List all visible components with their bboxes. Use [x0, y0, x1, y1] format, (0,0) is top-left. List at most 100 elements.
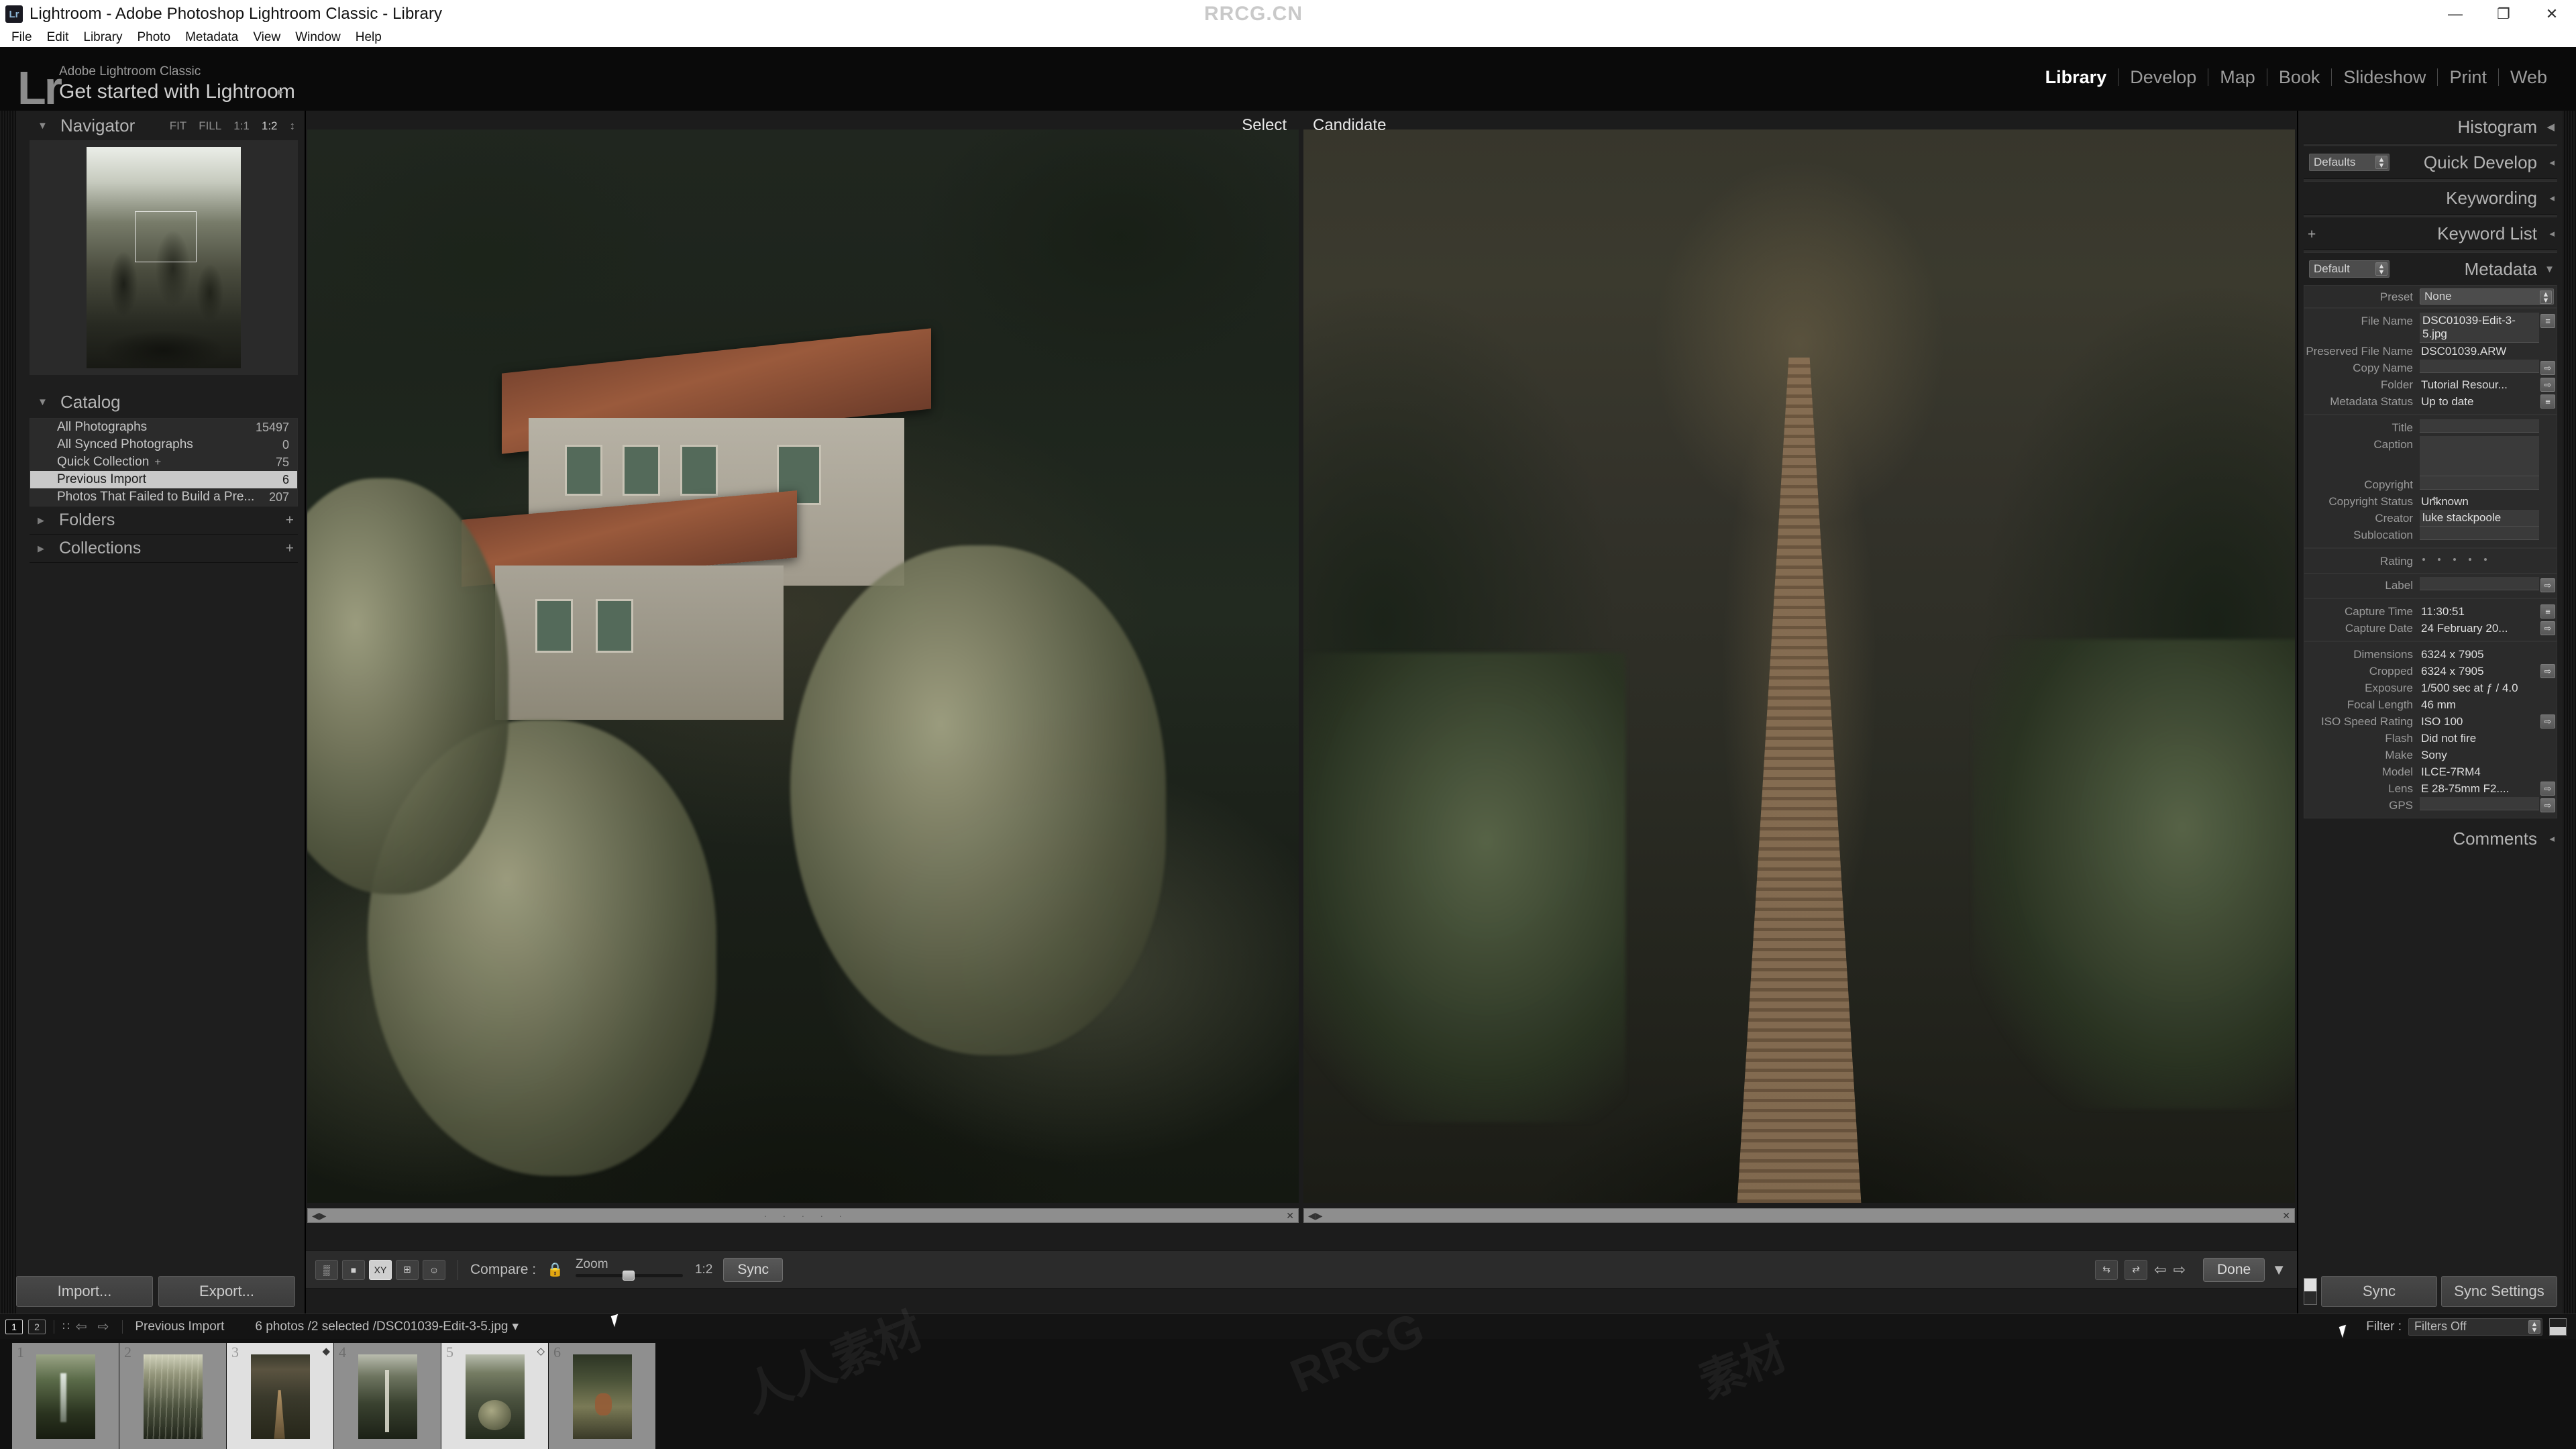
rating-star-5[interactable] [2484, 558, 2487, 561]
make-select-icon[interactable]: ⇄ [2125, 1259, 2148, 1280]
metadata-row-metadata-status[interactable]: Metadata Status Up to date ≡ [2304, 393, 2557, 410]
module-book[interactable]: Book [2267, 67, 2332, 88]
metadata-row-caption[interactable]: Caption [2304, 436, 2557, 476]
candidate-pane-close-icon[interactable]: ✕ [2282, 1210, 2290, 1222]
filter-select[interactable]: Filters Off ▲ ▼ [2408, 1318, 2542, 1336]
creator-value[interactable]: luke stackpoole [2420, 510, 2539, 527]
copy-name-value[interactable] [2420, 360, 2539, 373]
select-pane-close-icon[interactable]: ✕ [1286, 1210, 1294, 1222]
module-develop[interactable]: Develop [2118, 67, 2208, 88]
metadata-row-creator[interactable]: Creator luke stackpoole [2304, 510, 2557, 527]
pane-left-arrow-icon[interactable]: ◀▶ [312, 1210, 327, 1222]
metadata-row-label[interactable]: Label ⇨ [2304, 577, 2557, 594]
rating-star-3[interactable] [2453, 558, 2456, 561]
metadata-row-iso[interactable]: ISO Speed Rating ISO 100 ⇨ [2304, 713, 2557, 730]
metadata-row-preserved-file-name[interactable]: Preserved File Name DSC01039.ARW [2304, 343, 2557, 360]
filmstrip-thumb-3[interactable]: 3 ◆ [227, 1343, 334, 1449]
module-print[interactable]: Print [2438, 67, 2498, 88]
label-goto-icon[interactable]: ⇨ [2540, 578, 2555, 592]
comments-header[interactable]: Comments ◂ [2304, 822, 2557, 855]
filmstrip-thumb-4[interactable]: 4 [334, 1343, 441, 1449]
sync-settings-button[interactable]: Sync Settings [2441, 1276, 2557, 1307]
export-button[interactable]: Export... [158, 1276, 295, 1307]
collections-collapse-icon[interactable]: ▶ [38, 543, 44, 554]
metadata-row-copy-name[interactable]: Copy Name ⇨ [2304, 360, 2557, 376]
candidate-pane[interactable]: Candidate [1303, 111, 2295, 1224]
filmstrip-filename-caret-icon[interactable]: ▾ [512, 1319, 519, 1334]
metadata-row-rating[interactable]: Rating [2304, 553, 2557, 570]
copyright-value[interactable] [2420, 476, 2539, 490]
metadata-row-copyright[interactable]: Copyright [2304, 476, 2557, 493]
navigator-roi-rect[interactable] [135, 211, 197, 262]
title-value[interactable] [2420, 419, 2539, 433]
filmstrip-thumb-5[interactable]: 5 ◇ [441, 1343, 549, 1449]
menu-file[interactable]: File [4, 30, 40, 45]
select-photo-frame[interactable] [307, 129, 1299, 1203]
menu-library[interactable]: Library [76, 30, 129, 45]
sync-toolbar-button[interactable]: Sync [723, 1257, 784, 1282]
zoom-stepper-icon[interactable]: ↕ [290, 119, 296, 133]
metadata-row-capture-time[interactable]: Capture Time 11:30:51 ≡ [2304, 603, 2557, 620]
lock-icon[interactable]: 🔒 [547, 1261, 564, 1278]
histogram-collapse-icon[interactable]: ◀ [2546, 121, 2555, 133]
candidate-pane-scrollbar[interactable]: ◀▶ ✕ [1303, 1208, 2295, 1223]
metadata-row-preset[interactable]: Preset None ▲ ▼ [2304, 286, 2557, 307]
capture-time-menu-icon[interactable]: ≡ [2540, 604, 2555, 619]
gps-value[interactable] [2420, 797, 2539, 810]
collections-add-icon[interactable]: + [286, 541, 294, 557]
folders-collapse-icon[interactable]: ▶ [38, 515, 44, 526]
zoom-1-2[interactable]: 1:2 [262, 119, 278, 133]
menu-edit[interactable]: Edit [40, 30, 76, 45]
metadata-row-cropped[interactable]: Cropped 6324 x 7905 ⇨ [2304, 663, 2557, 680]
rating-star-4[interactable] [2469, 558, 2471, 561]
compare-view-icon[interactable]: XY [369, 1259, 392, 1280]
metadata-row-copyright-status[interactable]: Copyright Status Unknown ⇅ [2304, 493, 2557, 510]
zoom-fill[interactable]: FILL [199, 119, 221, 133]
menu-metadata[interactable]: Metadata [178, 30, 246, 45]
identity-caret-icon[interactable]: ▸ [278, 85, 284, 99]
file-name-value[interactable]: DSC01039-Edit-3-5.jpg [2420, 313, 2539, 343]
rating-stars[interactable] [2420, 553, 2487, 561]
folders-header[interactable]: ▶ Folders + [30, 506, 298, 535]
select-pane[interactable]: Select [307, 111, 1299, 1224]
collections-header[interactable]: ▶ Collections + [30, 535, 298, 563]
loupe-view-icon[interactable]: ■ [342, 1259, 365, 1280]
maximize-button[interactable]: ❐ [2479, 0, 2528, 28]
catalog-item-quick-collection[interactable]: Quick Collection + 75 [30, 453, 297, 471]
navigator-collapse-icon[interactable]: ▼ [38, 120, 48, 131]
catalog-item-all-photographs[interactable]: All Photographs 15497 [30, 419, 297, 436]
catalog-header[interactable]: ▼ Catalog [30, 387, 298, 417]
label-value[interactable] [2420, 577, 2539, 590]
folder-goto-icon[interactable]: ⇨ [2540, 378, 2555, 392]
rating-star-1[interactable] [2422, 558, 2425, 561]
candidate-photo-frame[interactable] [1303, 129, 2295, 1203]
copyright-status-value[interactable]: Unknown [2420, 493, 2557, 508]
primary-display-button[interactable]: 1 [5, 1319, 23, 1334]
sublocation-value[interactable] [2420, 527, 2539, 540]
flag-unpick-icon[interactable]: ◇ [537, 1345, 545, 1357]
catalog-item-all-synced-photographs[interactable]: All Synced Photographs 0 [30, 436, 297, 453]
metadata-row-sublocation[interactable]: Sublocation [2304, 527, 2557, 543]
flag-pick-icon[interactable]: ◆ [322, 1345, 330, 1357]
metadata-row-lens[interactable]: Lens E 28-75mm F2.... ⇨ [2304, 780, 2557, 797]
grid-view-icon[interactable]: ▒ [315, 1259, 338, 1280]
menu-window[interactable]: Window [288, 30, 348, 45]
auto-sync-toggle-icon[interactable] [2304, 1278, 2317, 1305]
filmstrip-thumb-6[interactable]: 6 [549, 1343, 656, 1449]
quick-collection-plus-icon[interactable]: + [154, 455, 161, 468]
grid-view-toggle-icon[interactable]: ∷ [62, 1320, 70, 1334]
folders-add-icon[interactable]: + [286, 513, 294, 529]
metadata-row-title[interactable]: Title [2304, 419, 2557, 436]
toolbar-dropdown-caret-icon[interactable]: ▼ [2271, 1261, 2286, 1279]
metadata-collapse-icon[interactable]: ▼ [2544, 264, 2555, 275]
keyword-list-header[interactable]: + Keyword List ◂ [2304, 217, 2557, 250]
navigator-preview[interactable] [30, 140, 298, 375]
zoom-1-1[interactable]: 1:1 [233, 119, 250, 133]
zoom-slider-knob[interactable] [622, 1270, 635, 1281]
filter-swatch-icon[interactable] [2549, 1318, 2567, 1336]
cropped-goto-icon[interactable]: ⇨ [2540, 664, 2555, 678]
next-photo-icon[interactable]: ⇨ [2174, 1261, 2186, 1279]
copyright-status-stepper-icon[interactable]: ⇅ [2432, 495, 2440, 506]
right-panel-grip[interactable] [2563, 111, 2576, 1313]
survey-view-icon[interactable]: ⊞ [396, 1259, 419, 1280]
